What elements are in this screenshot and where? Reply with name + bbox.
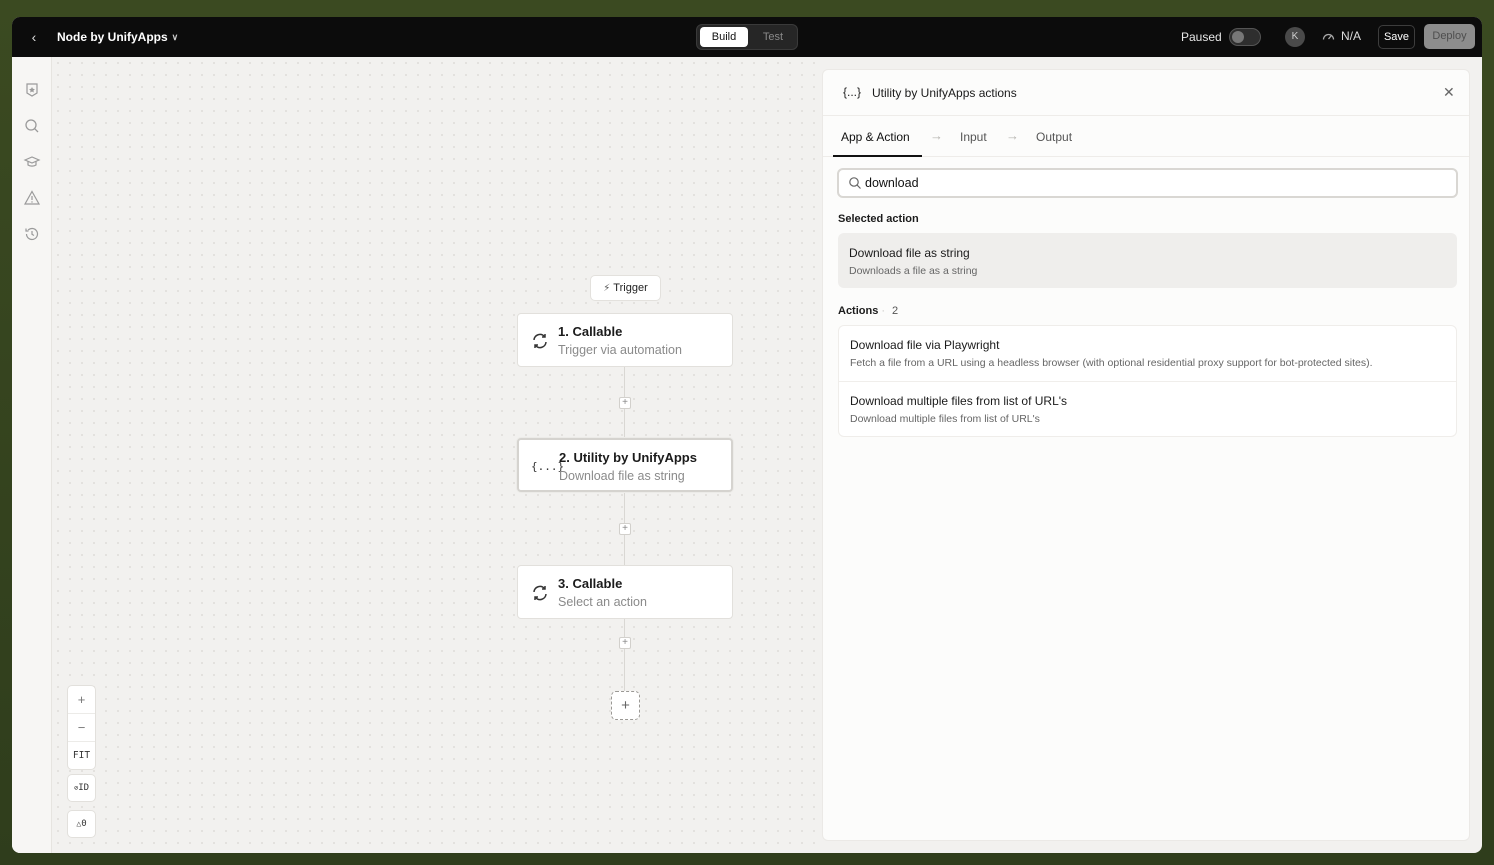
sync-icon <box>530 583 550 603</box>
add-step-button[interactable]: + <box>619 397 631 409</box>
id-toggle-label: ID <box>78 783 90 793</box>
list-item[interactable]: Download file via Playwright Fetch a fil… <box>839 326 1456 382</box>
trigger-label: Trigger <box>613 282 648 294</box>
actions-list: Download file via Playwright Fetch a fil… <box>838 325 1457 437</box>
paused-toggle[interactable] <box>1229 28 1261 46</box>
warning-triangle-icon[interactable] <box>23 189 41 207</box>
app-name-label: Node by UnifyApps <box>57 30 168 44</box>
node-subtitle: Download file as string <box>559 469 685 483</box>
action-description: Fetch a file from a URL using a headless… <box>850 357 1373 369</box>
step-tabs: App & Action → Input → Output <box>823 117 1469 157</box>
connector-line <box>624 619 625 691</box>
id-toggle-button[interactable]: ⊘ID <box>67 774 96 802</box>
selected-action-card[interactable]: Download file as string Downloads a file… <box>838 233 1457 288</box>
close-icon[interactable]: ✕ <box>1443 84 1455 101</box>
actions-panel: {...} Utility by UnifyApps actions ✕ App… <box>822 69 1470 841</box>
gauge-icon <box>1322 33 1335 40</box>
tab-test[interactable]: Test <box>751 27 795 47</box>
actions-heading: Actions · 2 <box>838 305 898 317</box>
zoom-in-button[interactable]: + <box>68 686 95 714</box>
workflow-node-1[interactable]: 1. Callable Trigger via automation <box>517 313 733 367</box>
actions-count: 2 <box>892 305 899 317</box>
toggle-knob <box>1232 31 1244 43</box>
tab-output[interactable]: Output <box>1036 130 1072 144</box>
node-title: 3. Callable <box>558 576 623 591</box>
add-node-button[interactable]: + <box>611 691 640 720</box>
action-title: Download file as string <box>849 246 970 260</box>
tab-build[interactable]: Build <box>700 27 748 47</box>
bolt-icon: ⚡︎ <box>603 283 611 294</box>
action-title: Download multiple files from list of URL… <box>850 394 1068 408</box>
search-icon[interactable] <box>23 117 41 135</box>
active-tab-indicator <box>833 155 922 157</box>
workflow-node-2[interactable]: {...} 2. Utility by UnifyApps Download f… <box>517 438 733 492</box>
action-search <box>837 168 1458 198</box>
app-window: ‹ Node by UnifyApps ∨ Build Test Paused … <box>12 17 1482 853</box>
action-description: Downloads a file as a string <box>849 265 978 277</box>
app-name-dropdown[interactable]: Node by UnifyApps ∨ <box>57 30 178 44</box>
gauge-indicator[interactable]: N/A <box>1322 29 1361 43</box>
warnings-count: 0 <box>81 819 87 829</box>
graduation-cap-icon[interactable] <box>23 153 41 171</box>
avatar[interactable]: K <box>1285 27 1305 47</box>
selected-action-heading: Selected action <box>838 213 919 225</box>
fit-view-button[interactable]: FIT <box>68 742 95 770</box>
chevron-down-icon: ∨ <box>171 31 179 42</box>
panel-header: {...} Utility by UnifyApps actions ✕ <box>823 70 1469 116</box>
workflow-node-3[interactable]: 3. Callable Select an action <box>517 565 733 619</box>
actions-label: Actions <box>838 305 879 317</box>
zoom-out-button[interactable]: − <box>68 714 95 742</box>
mode-switch: Build Test <box>696 24 798 50</box>
tab-input[interactable]: Input <box>960 130 987 144</box>
panel-title: Utility by UnifyApps actions <box>872 86 1017 100</box>
back-icon[interactable]: ‹ <box>26 29 42 45</box>
deploy-button[interactable]: Deploy <box>1424 24 1475 49</box>
search-input[interactable] <box>865 174 1445 192</box>
zoom-controls: + − FIT <box>67 685 96 770</box>
search-icon <box>849 177 861 189</box>
trigger-chip[interactable]: ⚡︎ Trigger <box>590 275 661 301</box>
node-title: 1. Callable <box>558 324 623 339</box>
add-step-button[interactable]: + <box>619 523 631 535</box>
node-subtitle: Trigger via automation <box>558 343 682 357</box>
list-item[interactable]: Download multiple files from list of URL… <box>839 382 1456 438</box>
arrow-right-icon: → <box>1006 128 1019 143</box>
status-label: Paused <box>1181 30 1222 44</box>
history-icon[interactable] <box>23 225 41 243</box>
node-subtitle: Select an action <box>558 595 647 609</box>
arrow-right-icon: → <box>930 128 943 143</box>
braces-icon: {...} <box>843 85 862 99</box>
tab-app-action[interactable]: App & Action <box>841 130 910 144</box>
warnings-button[interactable]: △0 <box>67 810 96 838</box>
badge-star-icon[interactable] <box>23 81 41 99</box>
separator-dot: · <box>881 305 886 317</box>
action-title: Download file via Playwright <box>850 338 1000 352</box>
left-sidebar <box>12 57 52 853</box>
add-step-button[interactable]: + <box>619 637 631 649</box>
sync-icon <box>530 331 550 351</box>
node-title: 2. Utility by UnifyApps <box>559 450 697 465</box>
save-button[interactable]: Save <box>1378 25 1415 49</box>
top-bar: ‹ Node by UnifyApps ∨ Build Test Paused … <box>12 17 1482 57</box>
action-description: Download multiple files from list of URL… <box>850 413 1040 425</box>
workflow-canvas[interactable]: ⚡︎ Trigger 1. Callable Trigger via automa… <box>52 57 822 853</box>
braces-icon: {...} <box>531 460 565 473</box>
gauge-label: N/A <box>1341 29 1362 43</box>
